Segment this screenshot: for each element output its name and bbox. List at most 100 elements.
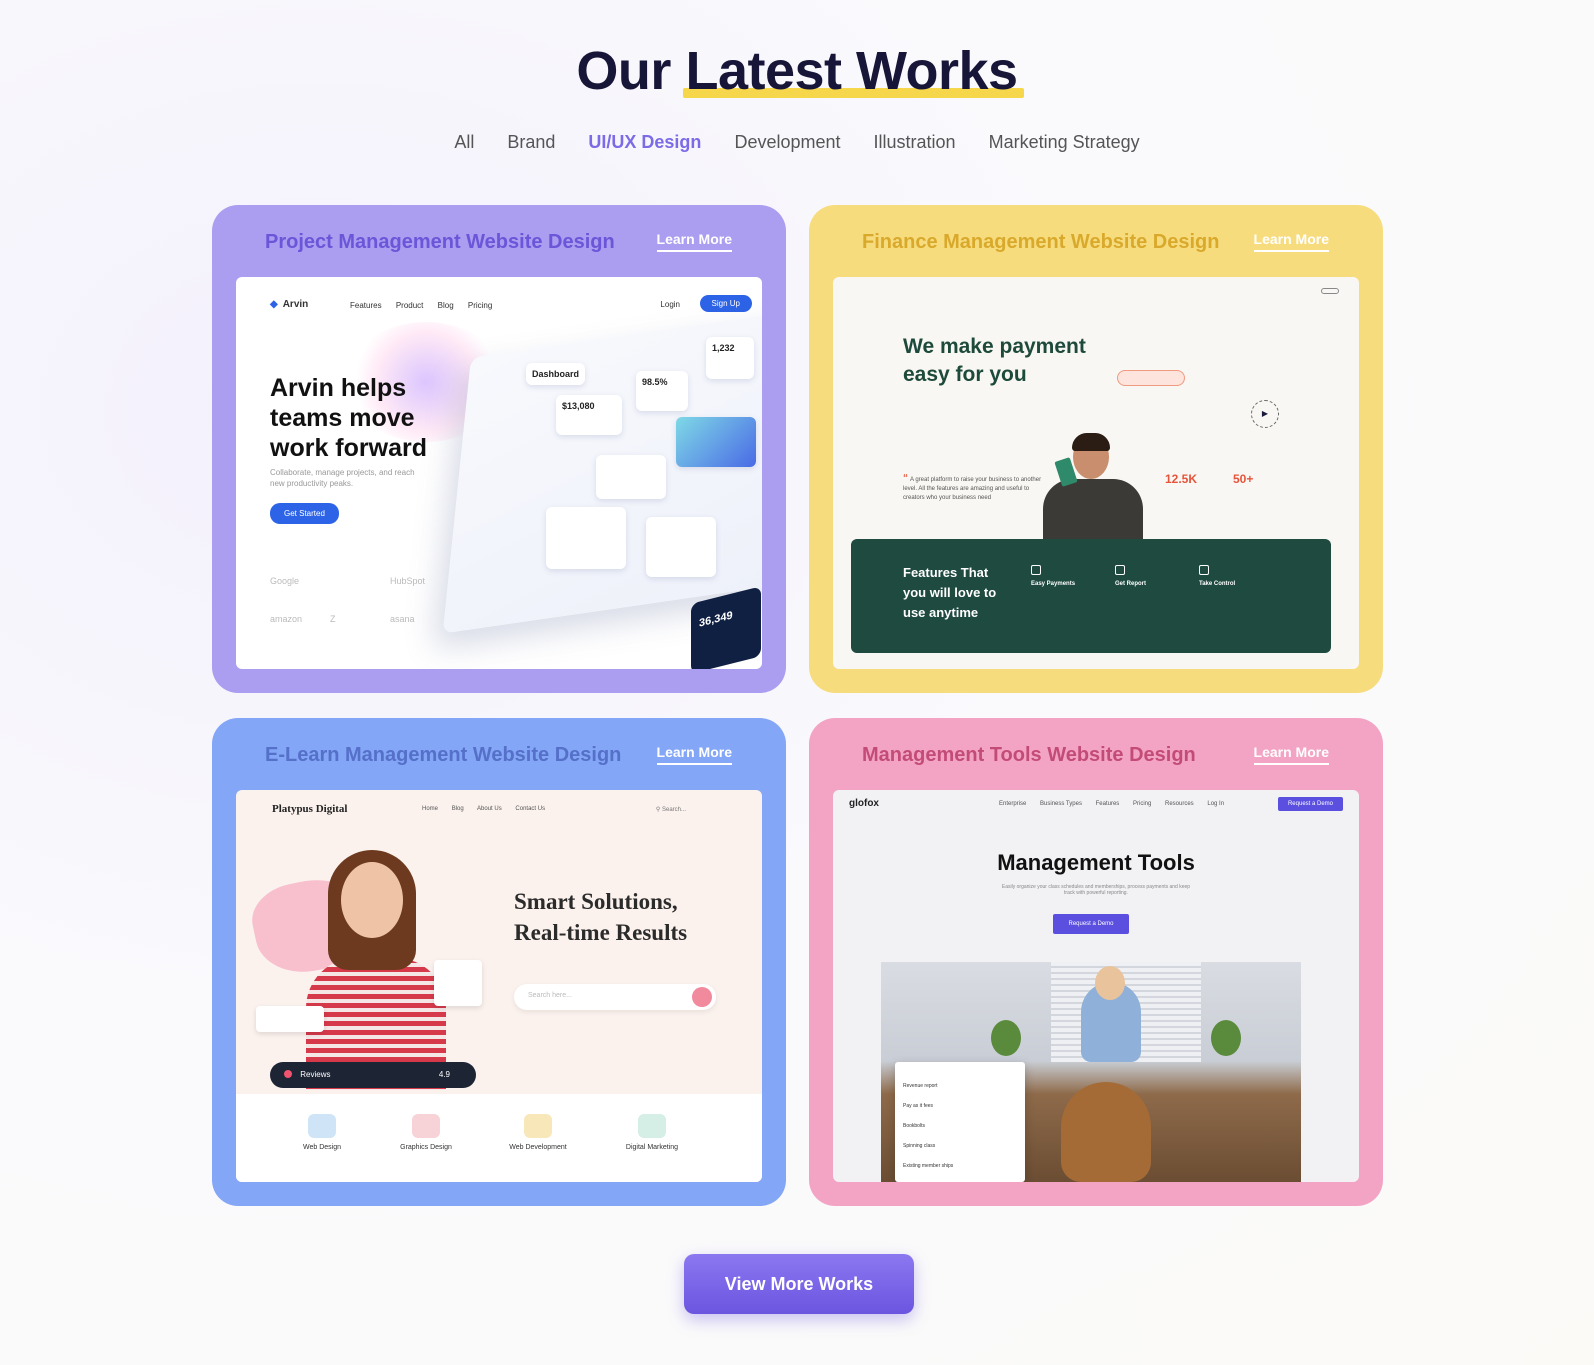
work-card-finance-management: Finance Management Website Design Learn … — [809, 205, 1383, 693]
preview-body: Easily organize your class schedules and… — [1001, 884, 1191, 896]
dashboard-tile: $13,080 — [556, 395, 622, 435]
preview-logo: Arvin — [270, 299, 309, 310]
report-icon — [1115, 565, 1125, 575]
preview-nav-item: Features — [350, 301, 382, 310]
preview-body: Collaborate, manage projects, and reach … — [270, 468, 415, 488]
brand-logo: asana — [390, 614, 415, 624]
preview-mini-chart — [434, 960, 482, 1006]
preview-nav-item: Home — [422, 806, 439, 812]
feature-item: Easy Payments — [1031, 565, 1101, 591]
preview-nav-item: Pricing — [467, 301, 493, 310]
feature-item: Take Control — [1199, 565, 1269, 591]
marketing-icon — [638, 1114, 666, 1138]
tab-brand[interactable]: Brand — [507, 132, 555, 152]
preview-subtext — [514, 950, 704, 964]
preview-nav-item: About Us — [477, 806, 502, 812]
preview-headline: Arvin helps teams move work forward — [270, 374, 427, 462]
brand-logo: HubSpot — [390, 576, 426, 586]
preview-nav-item: Business Types — [1040, 801, 1082, 807]
service-item: Web Development — [488, 1114, 588, 1151]
brand-logo: Google — [270, 576, 300, 586]
section-heading: Our Latest Works — [0, 40, 1594, 102]
preview-reviews-bar: Reviews 4.9 — [270, 1062, 476, 1088]
learn-more-link[interactable]: Learn More — [1253, 744, 1329, 765]
preview-subtext — [1117, 339, 1287, 355]
view-more-works-button[interactable]: View More Works — [684, 1254, 914, 1314]
dollar-icon — [1031, 565, 1041, 575]
tab-ui-ux-design[interactable]: UI/UX Design — [588, 132, 701, 152]
preview-nav-item: Product — [395, 301, 424, 310]
dashboard-dark-tile: 36,349 — [691, 586, 761, 669]
card-title: Management Tools Website Design — [862, 744, 1196, 766]
work-card-e-learn-management: E-Learn Management Website Design Learn … — [212, 718, 786, 1206]
tab-all[interactable]: All — [454, 132, 474, 152]
preview-person — [1038, 433, 1148, 541]
preview-logo: Platypus Digital — [272, 803, 348, 815]
preview-nav-button — [1321, 288, 1339, 294]
preview-search: ⚲ Search... — [655, 807, 686, 813]
preview-nav-item: Resources — [1165, 801, 1194, 807]
band-title: Features That you will love to use anyti… — [903, 565, 997, 620]
preview-nav-item: Blog — [437, 301, 454, 310]
preview-nav-item: Contact Us — [515, 806, 546, 812]
preview-stat: 12.5K — [1165, 472, 1198, 486]
page-title: Our Latest Works — [576, 40, 1024, 102]
preview-brand-logos: Google HubSpot amazon Zasana — [270, 562, 460, 638]
tab-illustration[interactable]: Illustration — [874, 132, 956, 152]
brand-logo: Z — [330, 614, 336, 624]
title-prefix: Our — [576, 41, 671, 101]
dashboard-illustration — [546, 507, 626, 569]
preview-nav-cta: Request a Demo — [1277, 797, 1343, 811]
card-preview[interactable]: We make payment easy for you ▶ A great p… — [833, 277, 1359, 669]
service-item: Digital Marketing — [602, 1114, 702, 1151]
preview-cta: Get Started — [270, 503, 339, 524]
preview-quote: A great platform to raise your business … — [903, 474, 1043, 503]
work-card-project-management: Project Management Website Design Learn … — [212, 205, 786, 693]
preview-nav-item: Enterprise — [999, 801, 1027, 807]
preview-report-card: Revenue report Pay as it fees Bookbolts … — [895, 1062, 1025, 1182]
card-title: E-Learn Management Website Design — [265, 744, 622, 766]
learn-more-link[interactable]: Learn More — [656, 744, 732, 765]
graphics-icon — [412, 1114, 440, 1138]
preview-features-band: Features That you will love to use anyti… — [851, 539, 1331, 653]
card-title: Project Management Website Design — [265, 231, 615, 253]
preview-logo: glofox — [849, 798, 879, 809]
preview-nav-item: Blog — [451, 806, 464, 812]
card-preview[interactable]: glofox Enterprise Business Types Feature… — [833, 790, 1359, 1182]
preview-headline: Smart Solutions, Real-time Results — [514, 889, 688, 945]
dashboard-tile — [646, 517, 716, 577]
dashboard-tile: 1,232 — [706, 337, 754, 379]
dashboard-chart — [676, 417, 756, 467]
learn-more-link[interactable]: Learn More — [656, 231, 732, 252]
play-icon: ▶ — [1251, 400, 1279, 428]
tab-development[interactable]: Development — [734, 132, 840, 152]
work-card-management-tools: Management Tools Website Design Learn Mo… — [809, 718, 1383, 1206]
web-design-icon — [308, 1114, 336, 1138]
card-title: Finance Management Website Design — [862, 231, 1220, 253]
preview-stat: 50+ — [1233, 472, 1254, 486]
preview-headline: We make payment easy for you — [903, 335, 1086, 386]
brand-logo: amazon — [270, 614, 303, 624]
tab-marketing-strategy[interactable]: Marketing Strategy — [989, 132, 1140, 152]
service-item: Graphics Design — [376, 1114, 476, 1151]
development-icon — [524, 1114, 552, 1138]
preview-services: Web Design Graphics Design Web Developme… — [236, 1094, 762, 1182]
dashboard-tile: 98.5% — [636, 371, 688, 411]
dashboard-tile: Dashboard — [526, 363, 586, 385]
preview-search-box: Search here... — [514, 984, 716, 1010]
preview-nav-item: Features — [1095, 801, 1120, 807]
title-highlight: Latest Works — [683, 41, 1024, 101]
preview-headline: Management Tools — [997, 850, 1195, 875]
learn-more-link[interactable]: Learn More — [1253, 231, 1329, 252]
preview-nav-item: Pricing — [1132, 801, 1152, 807]
preview-signup: Sign Up — [699, 295, 752, 312]
card-preview[interactable]: Arvin Features Product Blog Pricing Logi… — [236, 277, 762, 669]
card-preview[interactable]: Platypus Digital Home Blog About Us Cont… — [236, 790, 762, 1182]
preview-login: Login — [660, 300, 680, 309]
preview-pill-button — [1117, 370, 1185, 386]
feature-item: Get Report — [1115, 565, 1185, 591]
preview-login: Log In — [1207, 801, 1225, 807]
preview-cta: Request a Demo — [1053, 914, 1129, 934]
control-icon — [1199, 565, 1209, 575]
dashboard-tile — [596, 455, 666, 499]
